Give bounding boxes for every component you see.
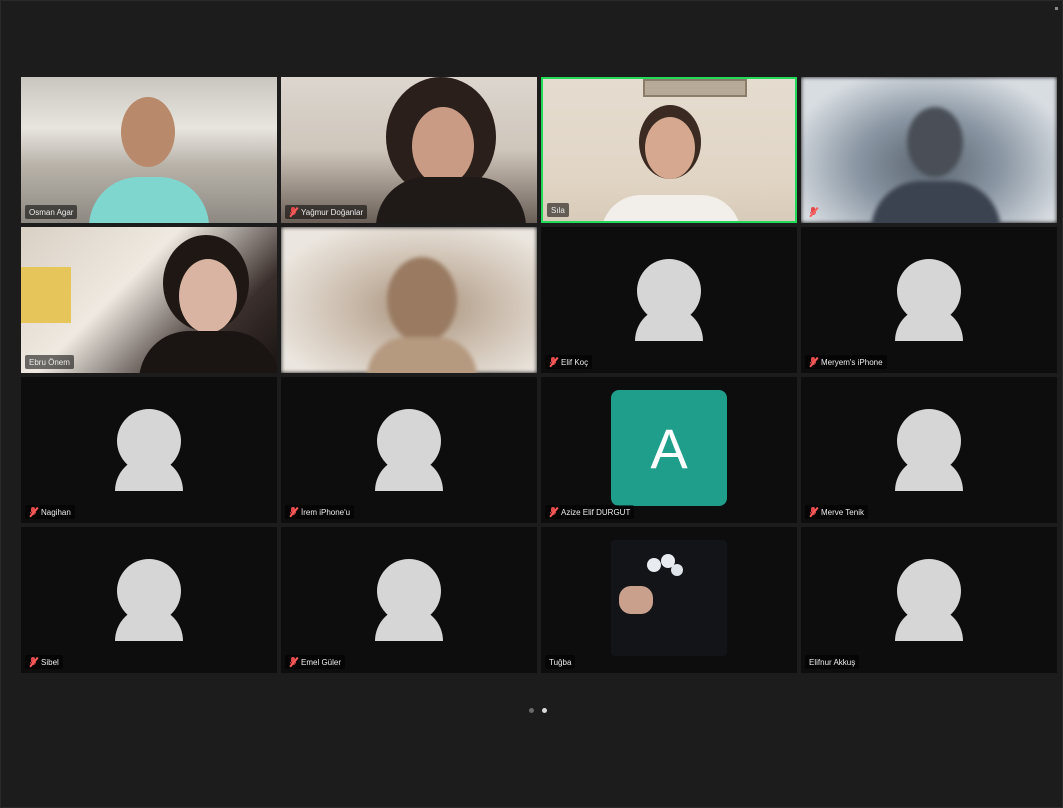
person-figure [89,97,209,223]
participant-name-tag: Nagihan [25,505,75,519]
wall-frame [643,79,747,97]
participant-video [801,77,1057,223]
participant-tile-blurred-2[interactable] [281,227,537,373]
participant-tile-tugba[interactable]: Tuğba [541,527,797,673]
page-dot-2[interactable] [542,708,547,713]
mic-muted-icon [29,656,39,668]
participant-name: Merve Tenik [821,507,864,517]
participant-name-tag: Ebru Önem [25,355,74,369]
meeting-window: Osman Agar Yağmur Doğanlar Sıla Ebru Öne… [0,0,1063,808]
participant-name: Elifnur Akkuş [809,657,856,667]
participant-name: Sibel [41,657,59,667]
participant-name-tag: Sibel [25,655,63,669]
participant-video [281,227,537,373]
mic-muted-icon [29,506,39,518]
participant-video [543,79,795,221]
window-corner-mark [1055,7,1058,10]
participant-name: Meryem's iPhone [821,357,883,367]
participant-name-tag [805,205,822,219]
participant-tile-elifnur[interactable]: Elifnur Akkuş [801,527,1057,673]
participant-name: Azize Elif DURGUT [561,507,631,517]
participant-name-tag: Merve Tenik [805,505,868,519]
page-dot-1[interactable] [529,708,534,713]
participant-tile-emel[interactable]: Emel Güler [281,527,537,673]
flower-shape [671,564,683,576]
participant-tile-elif-koc[interactable]: Elif Koç [541,227,797,373]
participant-tile-irem[interactable]: İrem iPhone'u [281,377,537,523]
mic-muted-icon [289,206,299,218]
participant-tile-yagmur[interactable]: Yağmur Doğanlar [281,77,537,223]
participant-name: Nagihan [41,507,71,517]
participant-name-tag: Tuğba [545,655,576,669]
gallery-page-indicator [529,708,547,713]
mic-muted-icon [549,506,559,518]
participant-name-tag: Azize Elif DURGUT [545,505,635,519]
hand-shape [619,586,653,614]
participant-name: Ebru Önem [29,357,70,367]
participant-tile-sila[interactable]: Sıla [541,77,797,223]
mic-muted-icon [809,206,819,218]
mic-muted-icon [809,506,819,518]
gallery-grid: Osman Agar Yağmur Doğanlar Sıla Ebru Öne… [21,77,1057,673]
participant-name-tag: İrem iPhone'u [285,505,355,519]
participant-tile-merve[interactable]: Merve Tenik [801,377,1057,523]
participant-tile-azize[interactable]: A Azize Elif DURGUT [541,377,797,523]
mic-muted-icon [549,356,559,368]
participant-name-tag: Elif Koç [545,355,593,369]
participant-video [21,77,277,223]
participant-name-tag: Meryem's iPhone [805,355,887,369]
participant-name-tag: Yağmur Doğanlar [285,205,368,219]
flower-shape [647,558,661,572]
participant-tile-nagihan[interactable]: Nagihan [21,377,277,523]
participant-name-tag: Sıla [547,203,569,217]
person-figure [367,257,477,373]
person-figure [601,103,741,221]
participant-video [21,227,277,373]
participant-name-tag: Elifnur Akkuş [805,655,860,669]
participant-name-tag: Osman Agar [25,205,78,219]
participant-name: Tuğba [549,657,572,667]
profile-photo [611,540,727,656]
participant-name: Osman Agar [29,207,74,217]
person-figure [376,77,526,223]
participant-tile-osman[interactable]: Osman Agar [21,77,277,223]
participant-name: Sıla [551,205,565,215]
wall-lamp [21,267,71,323]
participant-tile-ebru[interactable]: Ebru Önem [21,227,277,373]
participant-name: İrem iPhone'u [301,507,351,517]
initial-avatar: A [611,390,727,506]
mic-muted-icon [289,656,299,668]
participant-name-tag: Emel Güler [285,655,346,669]
participant-tile-sibel[interactable]: Sibel [21,527,277,673]
participant-name: Emel Güler [301,657,342,667]
mic-muted-icon [289,506,299,518]
participant-name: Yağmur Doğanlar [301,207,364,217]
participant-video [281,77,537,223]
participant-tile-blurred-1[interactable] [801,77,1057,223]
person-figure [871,107,1001,223]
participant-name: Elif Koç [561,357,589,367]
participant-tile-meryem[interactable]: Meryem's iPhone [801,227,1057,373]
mic-muted-icon [809,356,819,368]
person-figure [139,235,277,373]
